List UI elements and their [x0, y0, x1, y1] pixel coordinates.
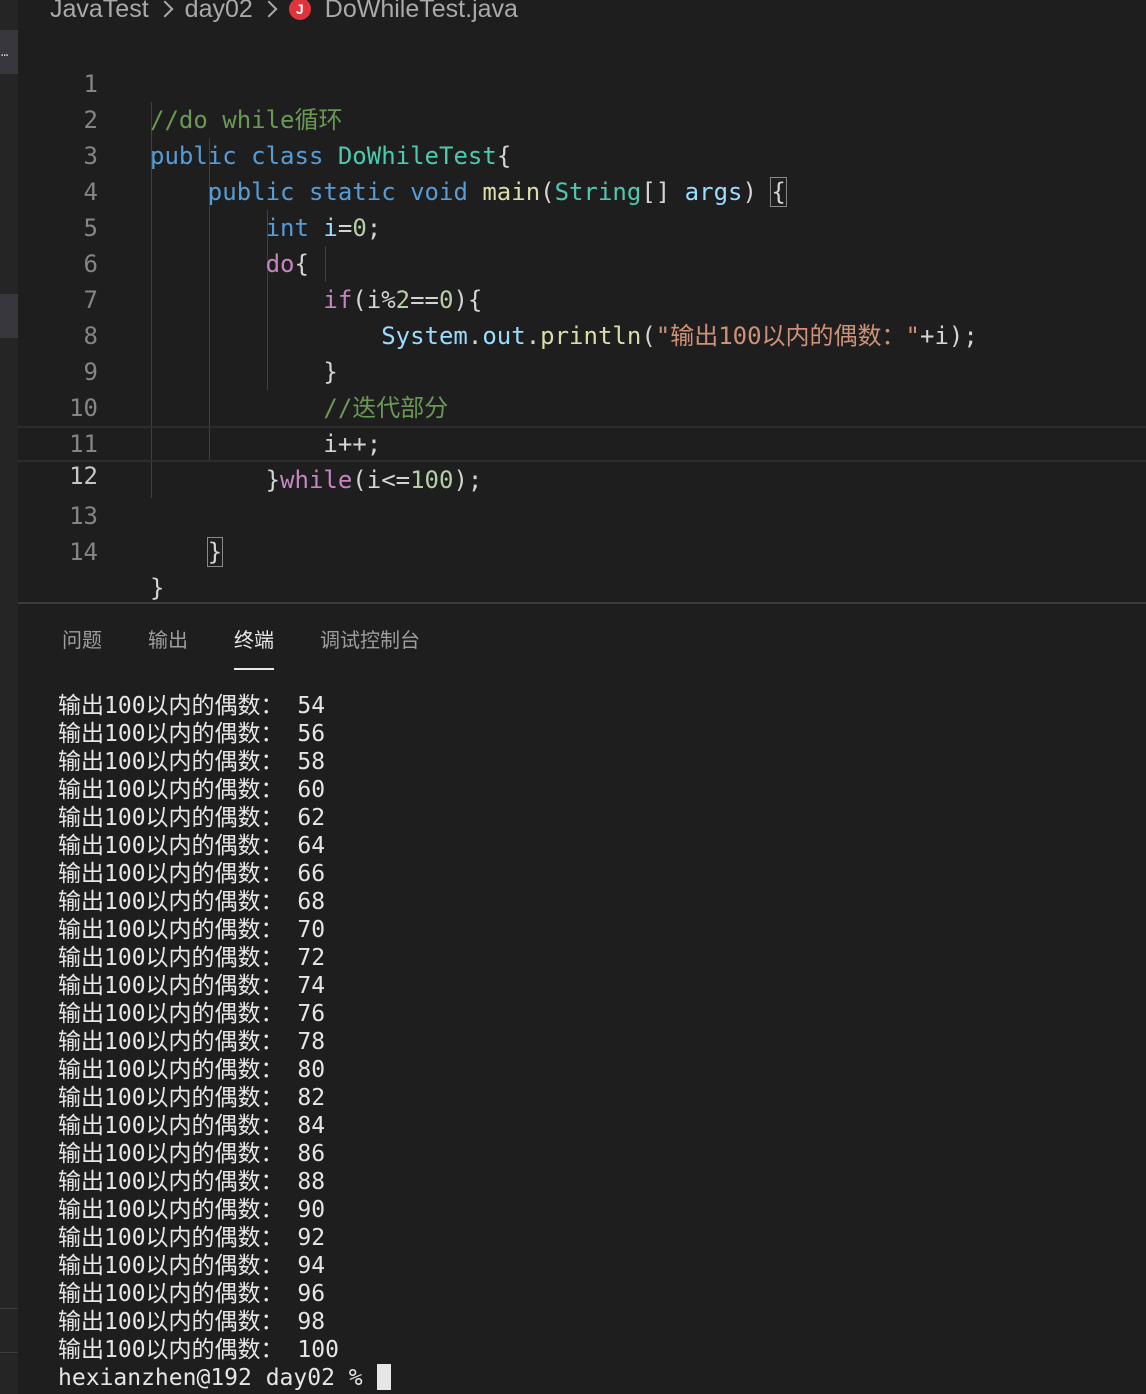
panel-tabs: 问题 输出 终端 调试控制台: [62, 620, 466, 672]
terminal-line: 输出100以内的偶数： 68: [58, 889, 326, 915]
terminal-line: 输出100以内的偶数： 72: [58, 945, 326, 971]
terminal-line: 输出100以内的偶数： 96: [58, 1281, 326, 1307]
vscode-window: ··· JavaTest day02 J DoWhileTest.java 1 …: [0, 0, 1146, 1394]
code-line: 10 i++;: [18, 354, 1146, 458]
breadcrumb-folder-javatest[interactable]: JavaTest: [50, 0, 149, 24]
code-line: 1 //do while循环: [18, 30, 1146, 134]
code-line: 9 //迭代部分: [18, 318, 1146, 422]
terminal-line: 输出100以内的偶数： 92: [58, 1225, 326, 1251]
code-line: 13 }: [18, 462, 1146, 567]
activity-divider: [0, 1308, 18, 1309]
activity-item-selected[interactable]: [0, 294, 18, 338]
terminal-line: 输出100以内的偶数： 60: [58, 777, 326, 803]
code-line: 11 }while(i<=100);: [18, 390, 1146, 494]
terminal-line: 输出100以内的偶数： 84: [58, 1113, 326, 1139]
terminal-line: 输出100以内的偶数： 88: [58, 1169, 326, 1195]
terminal-prompt-line[interactable]: hexianzhen@192 day02 %: [58, 1364, 391, 1392]
terminal-line: 输出100以内的偶数： 76: [58, 1001, 326, 1027]
activity-bar: ···: [0, 0, 18, 1394]
code-line: 7 System.out.println("输出100以内的偶数："+i);: [18, 246, 1146, 350]
panel-divider[interactable]: [18, 602, 1146, 604]
chevron-right-icon: [156, 0, 174, 18]
terminal-line: 输出100以内的偶数： 78: [58, 1029, 326, 1055]
code-line: 3 public static void main(String[] args)…: [18, 102, 1146, 207]
terminal-cursor: [376, 1364, 391, 1390]
terminal-line: 输出100以内的偶数： 58: [58, 749, 326, 775]
matched-bracket: }: [206, 537, 224, 567]
breadcrumb-folder-day02[interactable]: day02: [185, 0, 253, 24]
breadcrumb-file[interactable]: DoWhileTest.java: [325, 0, 518, 24]
tab-output[interactable]: 输出: [148, 620, 188, 670]
code-line: 2 public class DoWhileTest{: [18, 66, 1146, 170]
code-editor[interactable]: 1 //do while循环 2 public class DoWhileTes…: [18, 30, 1146, 602]
code-line: 14 }: [18, 498, 1146, 602]
current-line: 12: [18, 426, 1146, 490]
tab-problems[interactable]: 问题: [62, 620, 102, 670]
terminal-output[interactable]: 输出100以内的偶数： 54 输出100以内的偶数： 56 输出100以内的偶数…: [58, 692, 391, 1392]
terminal-line: 输出100以内的偶数： 98: [58, 1309, 326, 1335]
code-line: 4 int i=0;: [18, 138, 1146, 242]
tab-debug-console[interactable]: 调试控制台: [320, 620, 420, 670]
line-number: 14: [69, 538, 98, 566]
code-line: 5 do{: [18, 174, 1146, 278]
terminal-line: 输出100以内的偶数： 82: [58, 1085, 326, 1111]
terminal-prompt: hexianzhen@192 day02 %: [58, 1365, 377, 1391]
chevron-right-icon: [260, 0, 278, 18]
breadcrumb: JavaTest day02 J DoWhileTest.java: [50, 0, 518, 26]
terminal-line: 输出100以内的偶数： 80: [58, 1057, 326, 1083]
terminal-line: 输出100以内的偶数： 74: [58, 973, 326, 999]
terminal-line: 输出100以内的偶数： 100: [58, 1337, 339, 1363]
activity-divider: [0, 1352, 18, 1353]
terminal-line: 输出100以内的偶数： 70: [58, 917, 326, 943]
terminal-line: 输出100以内的偶数： 86: [58, 1141, 326, 1167]
terminal-line: 输出100以内的偶数： 54: [58, 693, 326, 719]
code-punct: }: [150, 574, 165, 602]
terminal-line: 输出100以内的偶数： 90: [58, 1197, 326, 1223]
more-icon[interactable]: ···: [0, 30, 18, 74]
terminal-line: 输出100以内的偶数： 94: [58, 1253, 326, 1279]
terminal-line: 输出100以内的偶数： 56: [58, 721, 326, 747]
code-line: 6 if(i%2==0){: [18, 210, 1146, 314]
java-file-icon: J: [288, 0, 311, 20]
terminal-line: 输出100以内的偶数： 62: [58, 805, 326, 831]
terminal-line: 输出100以内的偶数： 64: [58, 833, 326, 859]
terminal-line: 输出100以内的偶数： 66: [58, 861, 326, 887]
tab-terminal[interactable]: 终端: [234, 620, 274, 670]
code-line: 8 }: [18, 282, 1146, 386]
